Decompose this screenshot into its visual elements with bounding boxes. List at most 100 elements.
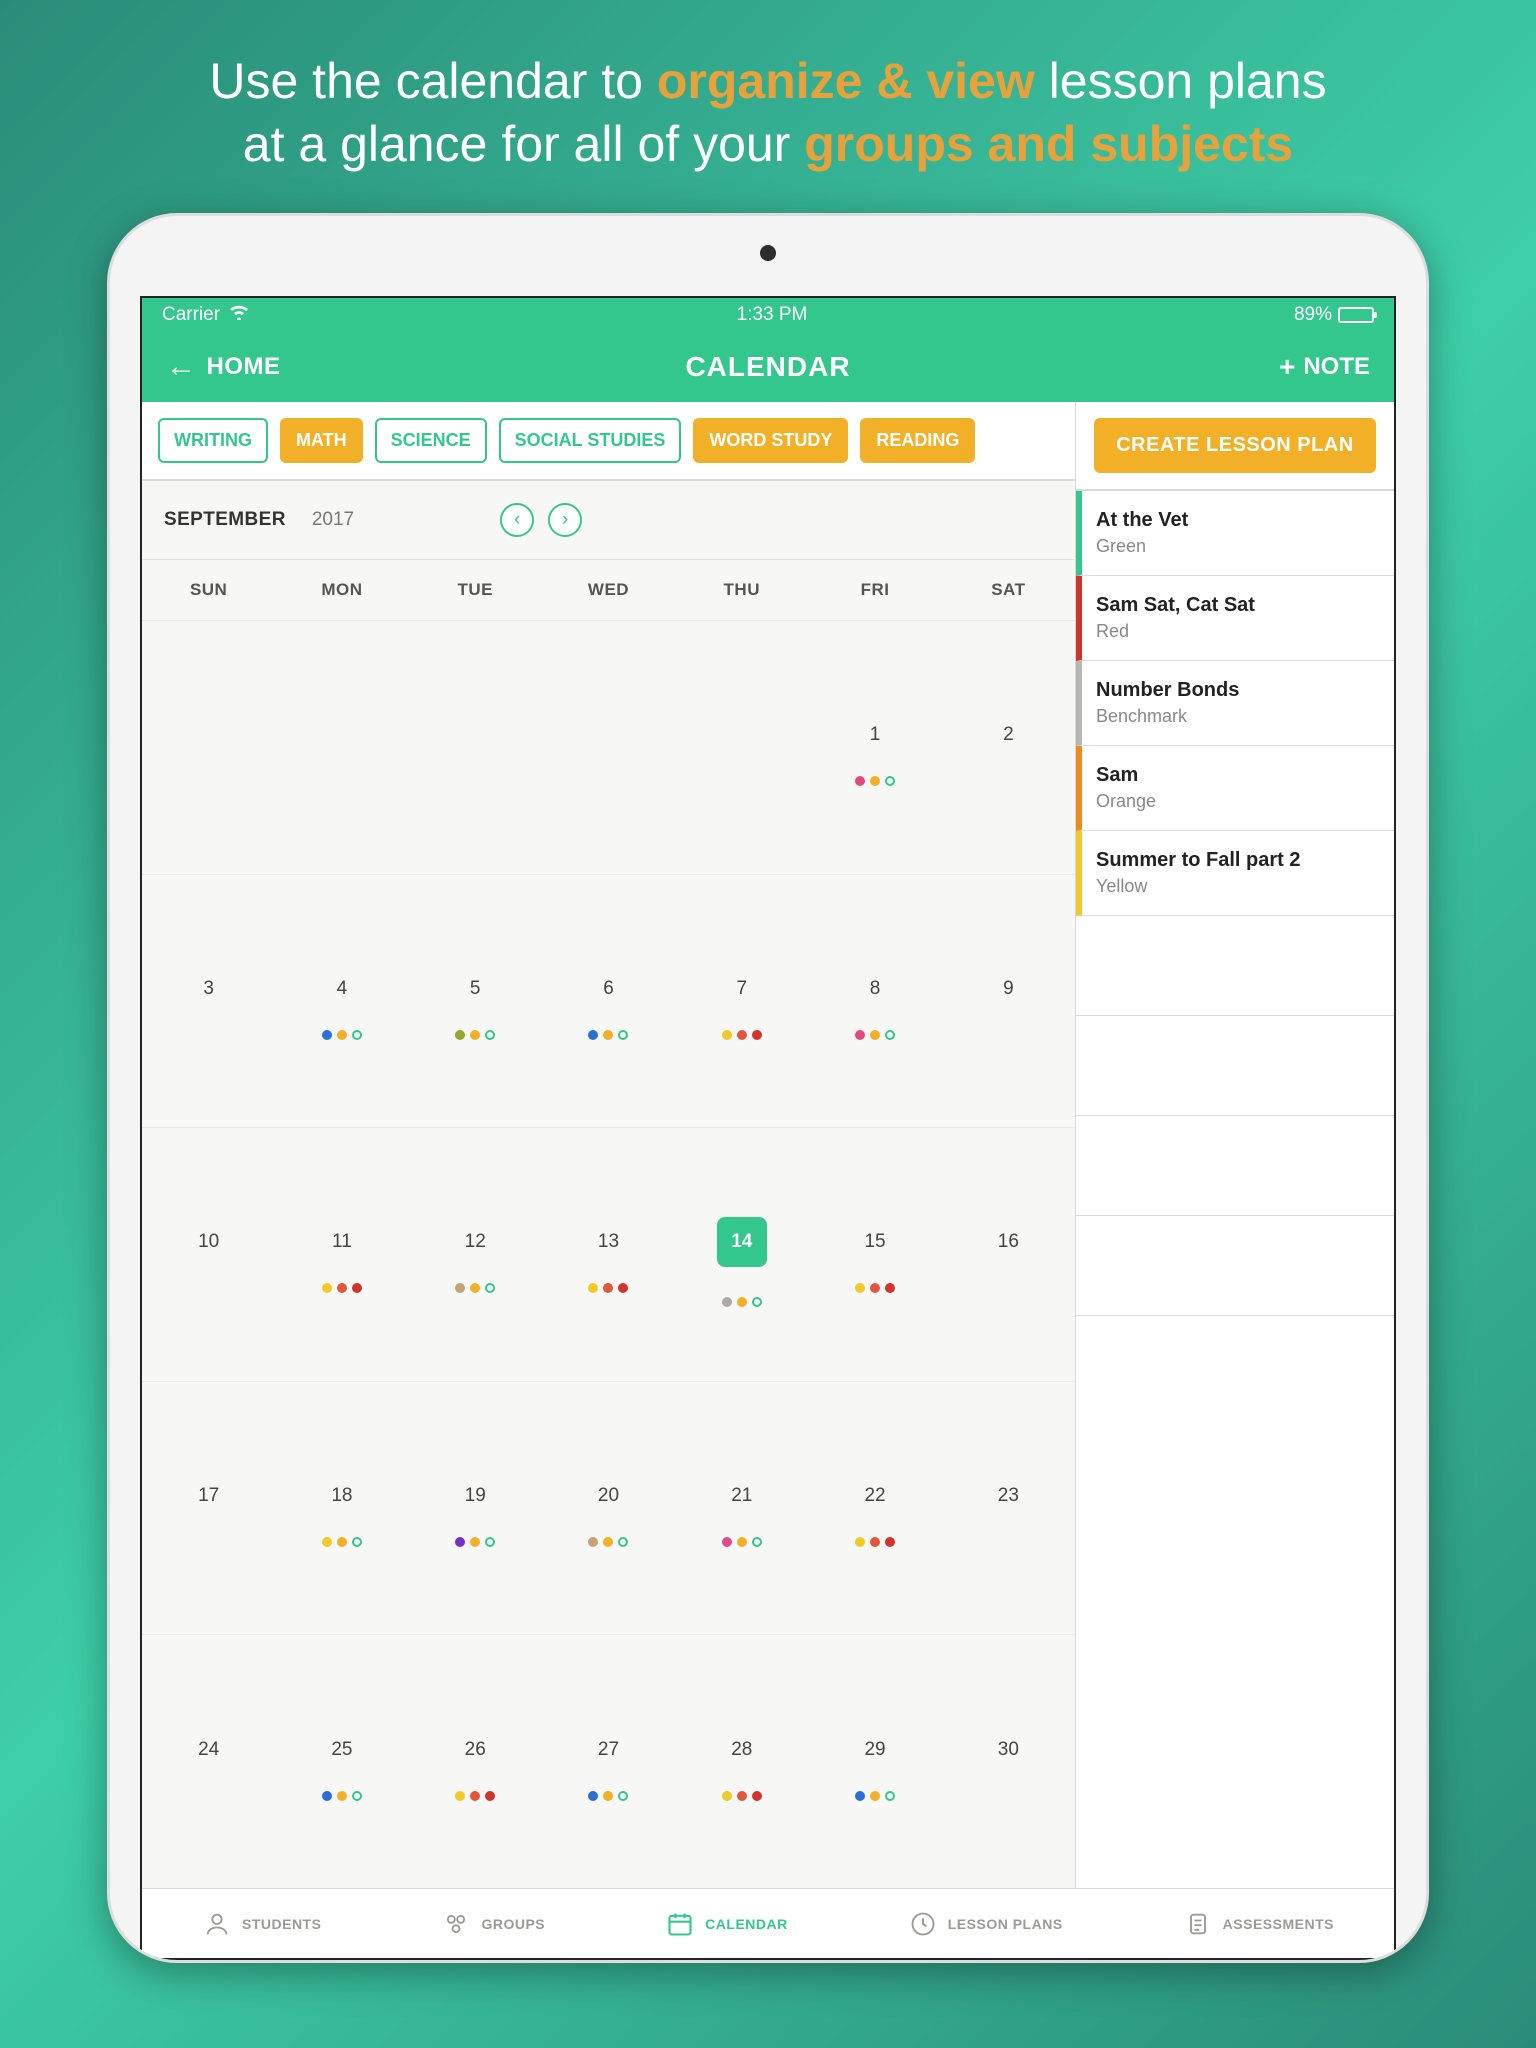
event-dot [722, 1030, 732, 1040]
weekday-header: MON [275, 560, 408, 620]
day-cell[interactable]: 21 [675, 1381, 808, 1635]
day-cell[interactable]: 24 [142, 1634, 275, 1888]
page-title: CALENDAR [567, 351, 968, 383]
filter-reading[interactable]: READING [860, 418, 975, 463]
day-cell[interactable]: 26 [409, 1634, 542, 1888]
day-cell[interactable]: 27 [542, 1634, 675, 1888]
day-number: 30 [998, 1739, 1019, 1761]
home-label: HOME [207, 353, 281, 381]
app-screen: Carrier 1:33 PM 89% ← HOME CALENDAR + NO… [140, 296, 1396, 1960]
day-cell[interactable]: 18 [275, 1381, 408, 1635]
tab-assessments[interactable]: ASSESSMENTS [1183, 1909, 1334, 1939]
tab-students[interactable]: STUDENTS [202, 1909, 321, 1939]
filter-science[interactable]: SCIENCE [375, 418, 487, 463]
day-cell[interactable]: 25 [275, 1634, 408, 1888]
lesson-icon [908, 1909, 938, 1939]
home-button[interactable]: ← HOME [166, 352, 567, 382]
day-cell[interactable]: 5 [409, 874, 542, 1128]
event-dot [752, 1297, 762, 1307]
day-cell[interactable]: 11 [275, 1127, 408, 1381]
day-cell[interactable]: 13 [542, 1127, 675, 1381]
lesson-plan-item[interactable]: Summer to Fall part 2Yellow [1076, 831, 1394, 916]
arrow-left-icon: ← [166, 352, 197, 382]
day-number: 17 [198, 1485, 219, 1507]
day-number: 18 [331, 1485, 352, 1507]
filter-writing[interactable]: WRITING [158, 418, 268, 463]
day-cell [542, 620, 675, 874]
filter-social-studies[interactable]: SOCIAL STUDIES [499, 418, 682, 463]
day-cell[interactable]: 28 [675, 1634, 808, 1888]
event-dots [455, 1030, 495, 1042]
bottom-tab-bar: STUDENTS GROUPS CALENDAR LESSON PLANS ASSESS… [142, 1888, 1394, 1958]
day-cell[interactable]: 23 [942, 1381, 1075, 1635]
lesson-plan-item[interactable]: Number BondsBenchmark [1076, 661, 1394, 746]
event-dot [870, 776, 880, 786]
day-cell[interactable]: 6 [542, 874, 675, 1128]
day-cell[interactable]: 16 [942, 1127, 1075, 1381]
create-lesson-plan-button[interactable]: CREATE LESSON PLAN [1094, 418, 1376, 473]
day-cell[interactable]: 22 [808, 1381, 941, 1635]
event-dot [588, 1283, 598, 1293]
month-label: SEPTEMBER [164, 509, 286, 531]
day-cell[interactable]: 3 [142, 874, 275, 1128]
lesson-plan-item[interactable]: At the VetGreen [1076, 491, 1394, 576]
event-dot [885, 1283, 895, 1293]
event-dot [470, 1791, 480, 1801]
day-number: 12 [465, 1231, 486, 1253]
event-dots [855, 1283, 895, 1295]
tab-lesson-plans[interactable]: LESSON PLANS [908, 1909, 1063, 1939]
filter-word-study[interactable]: WORD STUDY [693, 418, 848, 463]
event-dots [588, 1537, 628, 1549]
day-cell[interactable]: 4 [275, 874, 408, 1128]
event-dot [885, 1030, 895, 1040]
event-dot [870, 1537, 880, 1547]
day-cell[interactable]: 15 [808, 1127, 941, 1381]
event-dots [588, 1030, 628, 1042]
event-dot [322, 1791, 332, 1801]
lesson-plan-item[interactable]: SamOrange [1076, 746, 1394, 831]
empty-slot [1076, 1016, 1394, 1116]
day-cell[interactable]: 7 [675, 874, 808, 1128]
lesson-plan-item[interactable]: Sam Sat, Cat SatRed [1076, 576, 1394, 661]
event-dot [352, 1537, 362, 1547]
add-note-button[interactable]: + NOTE [969, 351, 1370, 383]
event-dot [352, 1791, 362, 1801]
event-dot [737, 1297, 747, 1307]
event-dot [885, 776, 895, 786]
prev-month-button[interactable]: ‹ [500, 503, 534, 537]
day-cell[interactable]: 10 [142, 1127, 275, 1381]
tab-label: GROUPS [481, 1916, 545, 1932]
tab-label: LESSON PLANS [948, 1916, 1063, 1932]
tab-groups[interactable]: GROUPS [441, 1909, 545, 1939]
empty-slot [1076, 916, 1394, 1016]
day-cell[interactable]: 20 [542, 1381, 675, 1635]
weekday-header: FRI [808, 560, 941, 620]
calendar-icon [665, 1909, 695, 1939]
event-dot [603, 1030, 613, 1040]
day-cell[interactable]: 17 [142, 1381, 275, 1635]
day-cell[interactable]: 29 [808, 1634, 941, 1888]
next-month-button[interactable]: › [548, 503, 582, 537]
day-cell[interactable]: 14 [675, 1127, 808, 1381]
event-dot [588, 1030, 598, 1040]
event-dot [485, 1537, 495, 1547]
event-dot [337, 1283, 347, 1293]
tab-calendar[interactable]: CALENDAR [665, 1909, 788, 1939]
filter-math[interactable]: MATH [280, 418, 363, 463]
chevron-left-icon: ‹ [514, 509, 520, 531]
day-cell[interactable]: 19 [409, 1381, 542, 1635]
day-cell[interactable]: 9 [942, 874, 1075, 1128]
day-cell[interactable]: 1 [808, 620, 941, 874]
day-cell[interactable]: 12 [409, 1127, 542, 1381]
tab-label: CALENDAR [705, 1916, 788, 1932]
day-cell[interactable]: 30 [942, 1634, 1075, 1888]
event-dots [455, 1791, 495, 1803]
event-dot [722, 1297, 732, 1307]
day-cell[interactable]: 2 [942, 620, 1075, 874]
lesson-plan-subtitle: Yellow [1096, 876, 1376, 897]
event-dot [870, 1030, 880, 1040]
battery-pct: 89% [1294, 304, 1332, 326]
day-number: 24 [198, 1739, 219, 1761]
event-dots [855, 1791, 895, 1803]
day-cell[interactable]: 8 [808, 874, 941, 1128]
